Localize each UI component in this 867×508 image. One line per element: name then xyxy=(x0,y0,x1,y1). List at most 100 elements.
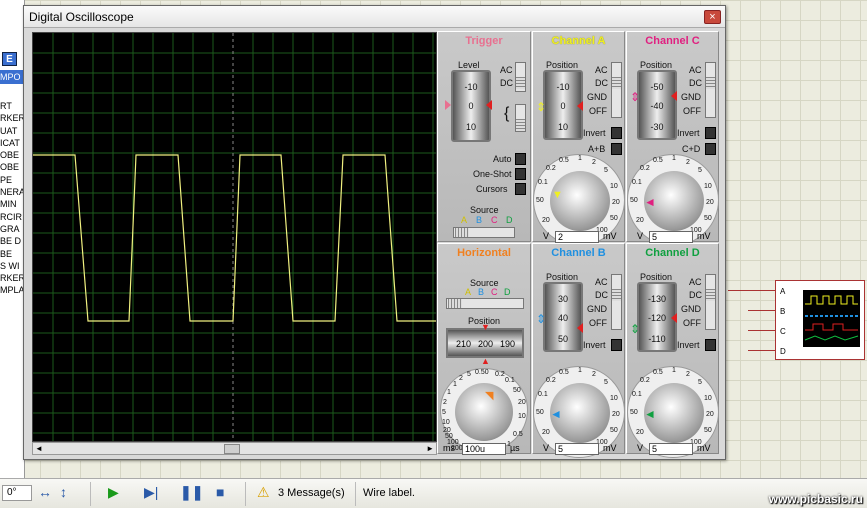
volts-unit: V xyxy=(543,443,550,453)
mode-gnd-label: GND xyxy=(681,304,701,314)
step-icon[interactable]: ▶| xyxy=(144,484,158,501)
dial-tick: 20 xyxy=(542,429,550,436)
channel-a-title: Channel A xyxy=(551,35,606,47)
millivolts-unit: mV xyxy=(697,443,711,453)
dial-tick: 50 xyxy=(610,215,618,222)
list-item[interactable]: GRA xyxy=(0,223,25,235)
list-item[interactable]: OBE xyxy=(0,149,25,161)
channel-c-scale-input[interactable]: 5 xyxy=(649,231,693,243)
channel-d-invert-button[interactable] xyxy=(705,339,716,351)
channel-b-invert-button[interactable] xyxy=(611,339,622,351)
channel-d-title: Channel D xyxy=(645,247,700,259)
list-item[interactable]: BE xyxy=(0,248,25,260)
position-tick: -30 xyxy=(650,122,664,132)
dial-tick: 2 xyxy=(686,371,690,378)
wire[interactable] xyxy=(728,290,776,291)
mode-dc-label: DC xyxy=(689,290,702,300)
channel-b-title: Channel B xyxy=(551,247,606,259)
source-d-label: D xyxy=(504,287,511,297)
channel-b-scale-input[interactable]: 5 xyxy=(555,443,599,455)
timebase-input[interactable]: 100u xyxy=(462,443,506,455)
channel-c-mode-switch[interactable] xyxy=(705,62,716,118)
list-item[interactable]: RKER xyxy=(0,112,25,124)
trigger-source-label: Source xyxy=(470,205,499,215)
dial-tick: 0.1 xyxy=(538,179,548,186)
messages-count[interactable]: 3 Message(s) xyxy=(278,487,345,499)
position-marker-top-icon: ▼ xyxy=(481,322,490,332)
dial-tick: 20 xyxy=(636,217,644,224)
status-bar: 0° ↔ ↕ ▶ ▶| ❚❚ ■ ⚠ 3 Message(s) Wire lab… xyxy=(0,478,867,508)
coupling-switch[interactable] xyxy=(515,62,526,92)
scroll-right-icon[interactable]: ► xyxy=(426,444,434,453)
list-item[interactable]: ICAT xyxy=(0,137,25,149)
list-item[interactable]: RKER xyxy=(0,272,25,284)
list-item[interactable]: NERA xyxy=(0,186,25,198)
dial-tick: 10 xyxy=(518,413,526,420)
channel-b-position-wheel[interactable]: 30 40 50 xyxy=(543,282,583,352)
cursors-button[interactable] xyxy=(515,183,526,195)
horizontal-scrollbar[interactable]: ◄ ► xyxy=(32,442,437,455)
horizontal-source-slider[interactable] xyxy=(446,298,524,309)
pause-icon[interactable]: ❚❚ xyxy=(180,484,203,501)
channel-d-mode-switch[interactable] xyxy=(705,274,716,330)
channel-b-mode-switch[interactable] xyxy=(611,274,622,330)
channel-c-panel: Channel C Position -50 -40 -30 ⇕ AC DC G… xyxy=(626,31,719,246)
oscilloscope-symbol[interactable]: A B C D xyxy=(775,280,865,360)
dial-tick: 0.1 xyxy=(632,391,642,398)
channel-d-invert-label: Invert xyxy=(677,340,700,350)
list-item[interactable]: MIN xyxy=(0,198,25,210)
dial-tick: 20 xyxy=(612,199,620,206)
rotation-angle-field[interactable]: 0° xyxy=(2,485,32,501)
stop-icon[interactable]: ■ xyxy=(216,484,224,500)
mirror-vertical-icon[interactable]: ↕ xyxy=(60,484,67,500)
dial-tick: 0.1 xyxy=(632,179,642,186)
component-list[interactable]: RT RKER UAT ICAT OBE OBE PE NERA MIN RCI… xyxy=(0,100,25,297)
horizontal-position-wheel[interactable]: 210 200 190 xyxy=(446,328,524,358)
dial-tick: 0.1 xyxy=(505,377,515,384)
e-button[interactable]: E xyxy=(2,52,17,66)
dial-tick: 20 xyxy=(706,411,714,418)
wire[interactable] xyxy=(748,350,776,351)
edge-switch[interactable] xyxy=(515,104,526,132)
wire[interactable] xyxy=(748,310,776,311)
channel-a-volts-knob[interactable] xyxy=(550,171,610,231)
level-wheel[interactable]: -10 0 10 xyxy=(451,70,491,142)
auto-button[interactable] xyxy=(515,153,526,165)
channel-c-invert-button[interactable] xyxy=(705,127,716,139)
list-item[interactable]: S WI xyxy=(0,260,25,272)
oneshot-button[interactable] xyxy=(515,168,526,180)
mode-gnd-label: GND xyxy=(587,304,607,314)
channel-a-invert-button[interactable] xyxy=(611,127,622,139)
mode-dc-label: DC xyxy=(595,290,608,300)
list-item[interactable]: UAT xyxy=(0,125,25,137)
title-bar[interactable]: Digital Oscilloscope × xyxy=(24,6,725,28)
scroll-left-icon[interactable]: ◄ xyxy=(35,444,43,453)
a-plus-b-button[interactable] xyxy=(611,143,622,155)
list-item[interactable]: OBE xyxy=(0,161,25,173)
dial-tick: 0.2 xyxy=(546,165,556,172)
dial-tick: 0.5 xyxy=(513,431,523,438)
close-button[interactable]: × xyxy=(704,10,721,24)
play-icon[interactable]: ▶ xyxy=(108,484,119,501)
c-plus-d-button[interactable] xyxy=(705,143,716,155)
list-item[interactable]: RT xyxy=(0,100,25,112)
list-item[interactable]: PE xyxy=(0,174,25,186)
list-item[interactable]: RCIR xyxy=(0,211,25,223)
mirror-horizontal-icon[interactable]: ↔ xyxy=(38,484,52,500)
dial-tick: 5 xyxy=(467,371,471,378)
edge-bracket-icon: { xyxy=(504,105,510,122)
dial-tick: 20 xyxy=(518,399,526,406)
wire[interactable] xyxy=(748,330,776,331)
channel-a-scale-input[interactable]: 2 xyxy=(555,231,599,243)
scroll-thumb[interactable] xyxy=(224,444,240,454)
channel-c-position-wheel[interactable]: -50 -40 -30 xyxy=(637,70,677,140)
channel-a-mode-switch[interactable] xyxy=(611,62,622,118)
trigger-source-slider[interactable] xyxy=(453,227,515,238)
dial-tick: 2 xyxy=(459,375,463,382)
channel-a-position-label: Position xyxy=(546,60,579,70)
list-item[interactable]: MPLA xyxy=(0,284,25,296)
timebase-knob[interactable] xyxy=(455,383,513,441)
channel-d-scale-input[interactable]: 5 xyxy=(649,443,693,455)
mode-off-label: OFF xyxy=(589,106,607,116)
list-item[interactable]: BE D xyxy=(0,235,25,247)
